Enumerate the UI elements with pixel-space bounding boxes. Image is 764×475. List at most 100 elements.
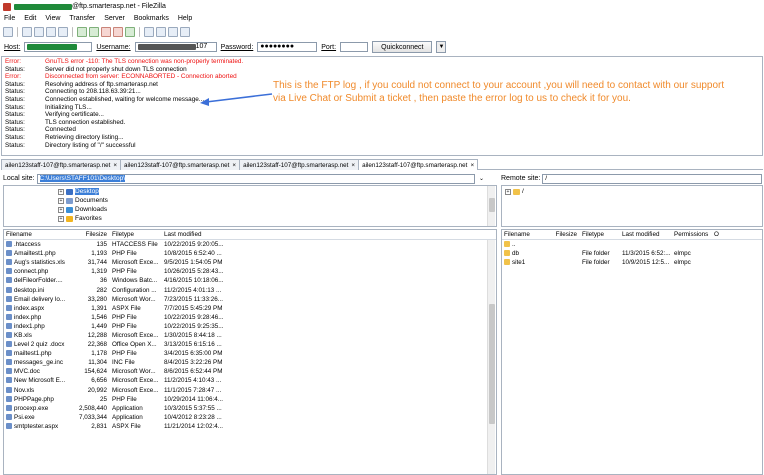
disconnect-icon[interactable] <box>113 26 123 37</box>
local-tree-scrollbar[interactable] <box>487 186 495 226</box>
table-row[interactable]: db File folder 11/3/2015 6:52:... elmpc <box>502 249 762 258</box>
message-log[interactable]: Error: GnuTLS error -110: The TLS connect… <box>1 56 763 156</box>
toggle-local-tree-icon[interactable] <box>34 26 44 37</box>
tab-close-icon[interactable]: × <box>232 162 236 169</box>
table-row[interactable]: Level 2 quiz .docx 22,368 Office Open X...… <box>4 340 496 349</box>
process-queue-icon[interactable] <box>89 26 99 37</box>
local-list-scroll-thumb[interactable] <box>489 304 495 424</box>
file-type: Application <box>112 413 143 421</box>
filter-icon[interactable] <box>144 26 154 37</box>
table-row[interactable]: KB.xls 12,288 Microsoft Exce... 1/30/2015 8… <box>4 331 496 340</box>
refresh-icon[interactable] <box>77 26 87 37</box>
menu-transfer[interactable]: Transfer <box>69 15 95 22</box>
local-file-list[interactable]: Filename Filesize Filetype Last modified… <box>3 229 497 475</box>
quickconnect-dropdown[interactable]: ▼ <box>436 41 447 53</box>
table-row[interactable]: Aug's statistics.xls 31,744 Microsoft Exce… <box>4 258 496 267</box>
table-row[interactable]: delFileorFolder.... 36 Windows Batc... 4/16… <box>4 276 496 285</box>
menu-help[interactable]: Help <box>178 15 192 22</box>
table-row[interactable]: Amailtest1.php 1,193 PHP File 10/8/2015 6:5… <box>4 249 496 258</box>
reconnect-icon[interactable] <box>125 26 135 37</box>
compare-icon[interactable] <box>156 26 166 37</box>
local-tree-item[interactable]: + Favorites <box>58 214 496 223</box>
remote-file-list[interactable]: Filename Filesize Filetype Last modified… <box>501 229 763 475</box>
connection-tab[interactable]: ailen123staff-107@ftp.smarterasp.net × <box>120 159 241 170</box>
find-files-icon[interactable] <box>180 26 190 37</box>
table-row[interactable]: MVC.doc 154,624 Microsoft Wor... 8/6/2015 6… <box>4 367 496 376</box>
connection-tab[interactable]: ailen123staff-107@ftp.smarterasp.net × <box>1 159 122 170</box>
local-tree-scroll-thumb[interactable] <box>489 198 495 212</box>
file-modified: 8/6/2015 6:52:44 PM <box>164 368 223 376</box>
table-row[interactable]: index1.php 1,449 PHP File 10/22/2015 9:25:3… <box>4 322 496 331</box>
col-filetype[interactable]: Filetype <box>580 231 620 238</box>
local-tree-item[interactable]: + Desktop <box>58 187 496 196</box>
menu-file[interactable]: File <box>4 15 15 22</box>
table-row[interactable]: PHPPage.php 25 PHP File 10/29/2014 11:06:4.… <box>4 395 496 404</box>
tab-close-icon[interactable]: × <box>470 162 474 169</box>
expand-icon[interactable]: + <box>58 206 64 213</box>
local-site-path-input[interactable]: C:\Users\STAFF101\Desktop\ <box>36 173 475 184</box>
remote-directory-tree[interactable]: + / <box>501 185 763 227</box>
file-type: Application <box>112 404 143 412</box>
remote-site-path-input[interactable]: / <box>542 173 763 184</box>
site-manager-icon[interactable] <box>3 26 13 37</box>
toggle-log-icon[interactable] <box>22 26 32 37</box>
col-filename[interactable]: Filename <box>4 231 76 238</box>
connection-tab[interactable]: ailen123staff-107@ftp.smarterasp.net × <box>239 159 360 170</box>
local-site-dropdown-icon[interactable]: ⌄ <box>477 173 487 185</box>
toggle-remote-tree-icon[interactable] <box>46 26 56 37</box>
col-owner[interactable]: O <box>712 231 722 238</box>
menu-edit[interactable]: Edit <box>24 15 36 22</box>
table-row[interactable]: Nov.xls 20,992 Microsoft Exce... 11/1/2015 … <box>4 386 496 395</box>
sync-browse-icon[interactable] <box>168 26 178 37</box>
table-row[interactable]: connect.php 1,319 PHP File 10/26/2015 5:28:… <box>4 267 496 276</box>
col-filesize[interactable]: Filesize <box>76 231 110 238</box>
expand-icon[interactable]: + <box>505 188 511 195</box>
table-row[interactable]: .htaccess 135 HTACCESS File 10/22/2015 9:20… <box>4 240 496 249</box>
col-last-modified[interactable]: Last modified <box>162 231 232 238</box>
tab-close-icon[interactable]: × <box>113 162 117 169</box>
username-input[interactable]: 107 <box>134 42 217 52</box>
file-modified: 10/3/2015 5:37:55 ... <box>164 404 222 412</box>
table-row[interactable]: mailtest1.php 1,178 PHP File 3/4/2015 6:35:… <box>4 349 496 358</box>
menu-view[interactable]: View <box>45 15 60 22</box>
connection-tab[interactable]: ailen123staff-107@ftp.smarterasp.net × <box>358 159 479 170</box>
table-row[interactable]: index.aspx 1,391 ASPX File 7/7/2015 5:45:29… <box>4 304 496 313</box>
col-filename[interactable]: Filename <box>502 231 546 238</box>
local-list-scrollbar[interactable] <box>487 240 495 474</box>
table-row[interactable]: site1 File folder 10/9/2015 12:5... elmpc <box>502 258 762 267</box>
file-modified: 10/26/2015 5:28:43... <box>164 268 224 276</box>
col-permissions[interactable]: Permissions <box>672 231 712 238</box>
expand-icon[interactable]: + <box>58 188 64 195</box>
table-row[interactable]: Psi.exe 7,033,344 Application 10/4/2012 8:2… <box>4 413 496 422</box>
table-row[interactable]: New Microsoft E... 6,656 Microsoft Exce...… <box>4 376 496 385</box>
remote-tree-root[interactable]: + / <box>505 187 759 196</box>
redacted-username <box>14 3 72 10</box>
port-input[interactable] <box>340 42 369 52</box>
table-row[interactable]: messages_ge.inc 11,304 INC File 8/4/2015 3:… <box>4 358 496 367</box>
toggle-queue-icon[interactable] <box>58 26 68 37</box>
table-row[interactable]: desktop.ini 282 Configuration ... 11/2/2015… <box>4 285 496 294</box>
col-filesize[interactable]: Filesize <box>546 231 580 238</box>
table-row[interactable]: smtptester.aspx 2,831 ASPX File 11/21/2014 … <box>4 422 496 431</box>
tab-close-icon[interactable]: × <box>351 162 355 169</box>
table-row[interactable]: procexp.exe 2,508,440 Application 10/3/2015… <box>4 404 496 413</box>
col-last-modified[interactable]: Last modified <box>620 231 672 238</box>
table-row[interactable]: Email delivery lo... 33,280 Microsoft Wor.… <box>4 295 496 304</box>
table-row[interactable]: .. <box>502 240 762 249</box>
expand-icon[interactable]: + <box>58 197 64 204</box>
host-input[interactable] <box>24 42 93 52</box>
local-tree-item[interactable]: + Downloads <box>58 205 496 214</box>
password-input[interactable]: ●●●●●●●● <box>257 42 318 52</box>
quickconnect-button[interactable]: Quickconnect <box>372 41 433 53</box>
table-row[interactable]: index.php 1,546 PHP File 10/22/2015 9:28:46… <box>4 313 496 322</box>
local-directory-tree[interactable]: + Desktop + Documents + Downloads + Favorites <box>3 185 497 227</box>
file-name-cell: Aug's statistics.xls <box>4 259 76 266</box>
expand-icon[interactable]: + <box>58 215 64 222</box>
col-filetype[interactable]: Filetype <box>110 231 162 238</box>
local-tree-item[interactable]: + Documents <box>58 196 496 205</box>
menu-bookmarks[interactable]: Bookmarks <box>134 15 169 22</box>
cancel-operation-icon[interactable] <box>101 26 111 37</box>
file-type: File folder <box>582 259 610 267</box>
menu-server[interactable]: Server <box>104 15 125 22</box>
file-name-cell: Level 2 quiz .docx <box>4 341 76 348</box>
